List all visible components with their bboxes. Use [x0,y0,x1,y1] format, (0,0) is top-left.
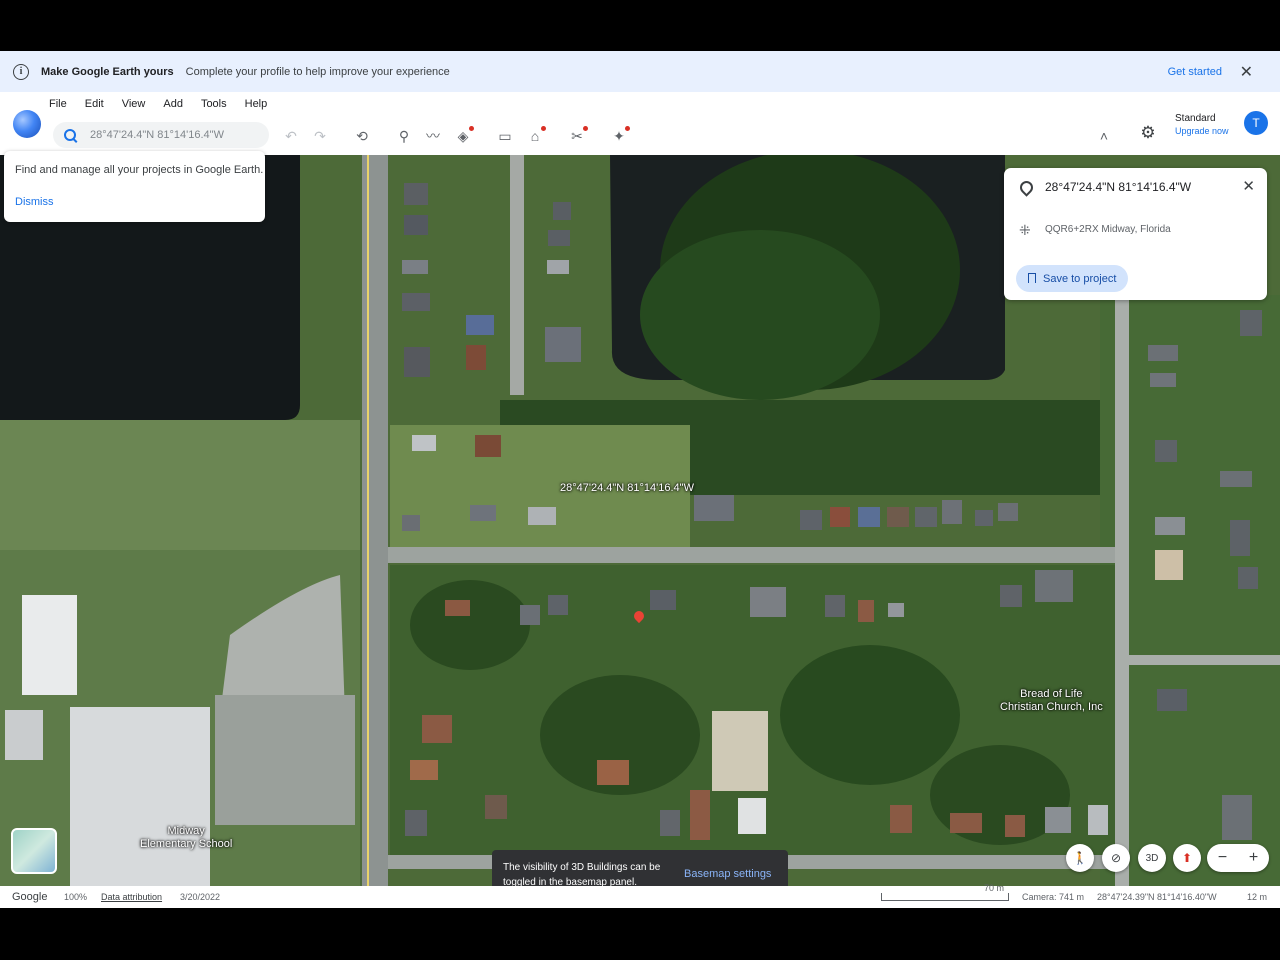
tilt-off-icon[interactable]: ⊘ [1102,844,1130,872]
tools-glyph: ✂ [571,127,583,144]
upgrade-link[interactable]: Upgrade now [1175,125,1229,138]
google-earth-logo[interactable] [13,110,41,138]
plan-label: Standard [1175,113,1216,124]
account-plan[interactable]: Standard Upgrade now [1175,112,1229,138]
history-icon[interactable]: ⟲ [351,125,373,147]
menu-help[interactable]: Help [245,98,268,110]
close-icon[interactable]: ✕ [1240,62,1253,82]
dismiss-link[interactable]: Dismiss [15,196,54,208]
path-icon[interactable]: 〰 [422,125,444,147]
save-to-project-button[interactable]: Save to project [1016,265,1129,292]
get-started-link[interactable]: Get started [1168,66,1222,78]
letterbox-bottom [0,908,1280,960]
compass-icon[interactable]: ⬆ [1173,844,1201,872]
elevation: 12 m [1247,892,1268,902]
redo-icon[interactable]: ↷ [309,125,331,147]
menu-view[interactable]: View [122,98,146,110]
zoom-in-button[interactable]: + [1249,849,1258,867]
menu-file[interactable]: File [49,98,67,110]
profile-banner: i Make Google Earth yours Complete your … [0,51,1280,92]
search-input[interactable]: 28°47'24.4"N 81°14'16.4"W [53,122,269,148]
banner-message: Complete your profile to help improve yo… [185,65,450,78]
google-brand: Google [12,891,48,903]
scale-bar [881,893,1009,901]
letterbox-top [0,0,1280,51]
undo-icon[interactable]: ↶ [280,125,302,147]
marker-coordinates-label: 28°47'24.4"N 81°14'16.4"W [560,482,694,494]
app-header: File Edit View Add Tools Help 28°47'24.4… [0,92,1280,155]
location-pin-icon [1017,178,1036,197]
zoom-out-button[interactable]: − [1218,849,1227,867]
placemark-icon[interactable]: ⚲ [393,125,415,147]
projects-tip-card: Find and manage all your projects in Goo… [4,151,265,222]
notification-dot [541,126,546,131]
data-attribution-link[interactable]: Data attribution [101,892,162,902]
data-glyph: ⌂ [530,128,540,144]
data-layer-icon[interactable]: ⌂ [524,125,546,147]
tools-icon[interactable]: ✂ [566,125,588,147]
zoom-controls: − + [1207,844,1269,872]
menu-tools[interactable]: Tools [201,98,227,110]
notification-dot [583,126,588,131]
notification-dot [625,126,630,131]
google-earth-app: i Make Google Earth yours Complete your … [0,51,1280,908]
banner-title: Make Google Earth yours [41,65,174,78]
church-label[interactable]: Bread of Life Christian Church, Inc [1000,688,1103,714]
zoom-level: 100% [64,892,88,902]
gemini-icon[interactable]: ✦ [608,125,630,147]
basemap-layers-button[interactable] [11,828,57,874]
collapse-icon[interactable]: ˄ [1093,125,1115,147]
place-details-card: 28°47'24.4"N 81°14'16.4"W ✕ ⁜ QQR6+2RX M… [1004,168,1267,300]
camera-altitude: Camera: 741 m [1022,892,1085,902]
imagery-date: 3/20/2022 [180,892,221,902]
notification-dot [469,126,474,131]
search-icon [64,129,76,141]
cursor-coordinates: 28°47'24.39"N 81°14'16.40"W [1097,892,1217,902]
basemap-settings-button[interactable]: Basemap settings [684,868,771,880]
gemini-glyph: ✦ [613,127,625,144]
status-bar: Google 100% Data attribution 3/20/2022 7… [0,883,1280,908]
pegman-icon[interactable]: 🚶 [1066,844,1094,872]
close-icon[interactable]: ✕ [1242,177,1255,195]
layers-glyph: ◈ [457,127,469,144]
search-placeholder: 28°47'24.4"N 81°14'16.4"W [90,129,224,141]
scale-label: 70 m [984,883,1005,893]
info-icon: i [13,63,29,80]
avatar[interactable]: T [1244,111,1268,135]
measure-icon[interactable]: ▭ [494,125,516,147]
menu-bar: File Edit View Add Tools Help [49,98,285,110]
place-coordinates: 28°47'24.4"N 81°14'16.4"W [1045,180,1192,194]
settings-gear-icon[interactable]: ⚙ [1138,123,1158,143]
3d-toggle-button[interactable]: 3D [1138,844,1166,872]
layers-icon[interactable]: ◈ [452,125,474,147]
plus-code-text: QQR6+2RX Midway, Florida [1045,224,1171,235]
menu-add[interactable]: Add [163,98,183,110]
projects-tip-text: Find and manage all your projects in Goo… [15,164,264,176]
school-label[interactable]: Midway Elementary School [140,825,232,851]
plus-code-icon: ⁜ [1019,222,1031,238]
menu-edit[interactable]: Edit [85,98,104,110]
